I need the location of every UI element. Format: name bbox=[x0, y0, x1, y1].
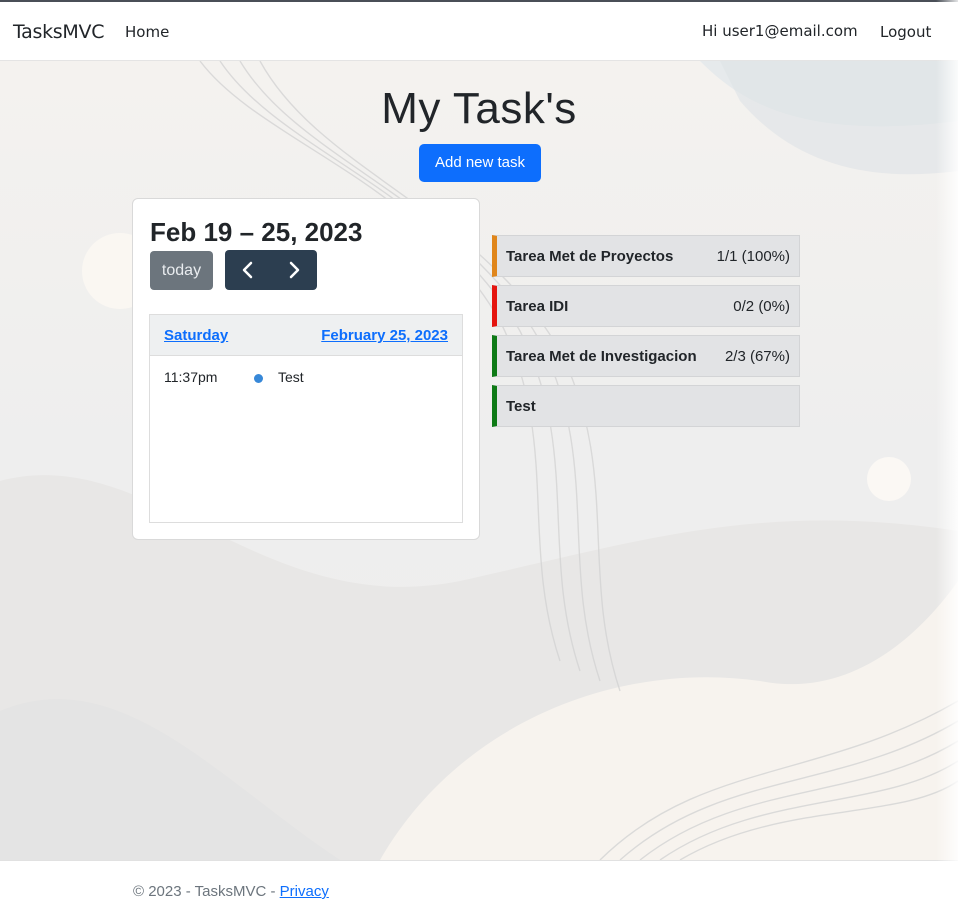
task-name: Test bbox=[506, 398, 536, 415]
calendar-day-header: Saturday February 25, 2023 bbox=[150, 315, 462, 356]
event-time[interactable]: 11:37pm bbox=[164, 369, 217, 385]
add-new-task-button[interactable]: Add new task bbox=[419, 144, 541, 182]
today-button[interactable]: today bbox=[150, 251, 213, 290]
calendar-nav-group bbox=[225, 250, 317, 290]
brand-link[interactable]: TasksMVC bbox=[13, 21, 104, 43]
calendar-list-view: Saturday February 25, 2023 11:37pm Test bbox=[149, 314, 463, 523]
footer: © 2023 - TasksMVC - Privacy bbox=[0, 860, 958, 921]
task-name: Tarea IDI bbox=[506, 298, 569, 315]
task-name: Tarea Met de Investigacion bbox=[506, 348, 697, 365]
user-greeting-link[interactable]: Hi user1@email.com bbox=[702, 22, 858, 40]
footer-text: © 2023 - TasksMVC - Privacy bbox=[133, 883, 329, 900]
navbar: TasksMVC Home Hi user1@email.com Logout bbox=[0, 2, 958, 61]
window-edge-shadow bbox=[936, 0, 958, 921]
day-date-link[interactable]: February 25, 2023 bbox=[321, 327, 448, 344]
next-week-button[interactable] bbox=[271, 250, 317, 290]
privacy-link[interactable]: Privacy bbox=[280, 883, 329, 900]
task-item[interactable]: Tarea Met de Investigacion 2/3 (67%) bbox=[492, 335, 800, 377]
chevron-right-icon bbox=[289, 261, 300, 279]
task-progress: 0/2 (0%) bbox=[733, 298, 790, 315]
task-name: Tarea Met de Proyectos bbox=[506, 248, 674, 265]
calendar-range-title: Feb 19 – 25, 2023 bbox=[150, 217, 363, 247]
calendar-card: Feb 19 – 25, 2023 today Saturday Februar… bbox=[132, 198, 480, 540]
page-title: My Task's bbox=[381, 84, 577, 133]
task-item[interactable]: Test bbox=[492, 385, 800, 427]
task-progress: 1/1 (100%) bbox=[716, 248, 790, 265]
task-item[interactable]: Tarea IDI 0/2 (0%) bbox=[492, 285, 800, 327]
day-name-link[interactable]: Saturday bbox=[164, 327, 228, 344]
event-dot-icon bbox=[254, 374, 263, 383]
chevron-left-icon bbox=[242, 261, 253, 279]
event-title[interactable]: Test bbox=[278, 369, 304, 385]
copyright-text: © 2023 - TasksMVC - bbox=[133, 883, 280, 900]
task-item[interactable]: Tarea Met de Proyectos 1/1 (100%) bbox=[492, 235, 800, 277]
nav-home-link[interactable]: Home bbox=[125, 23, 169, 41]
prev-week-button[interactable] bbox=[225, 250, 271, 290]
logout-button[interactable]: Logout bbox=[880, 23, 931, 41]
task-progress: 2/3 (67%) bbox=[724, 348, 790, 365]
